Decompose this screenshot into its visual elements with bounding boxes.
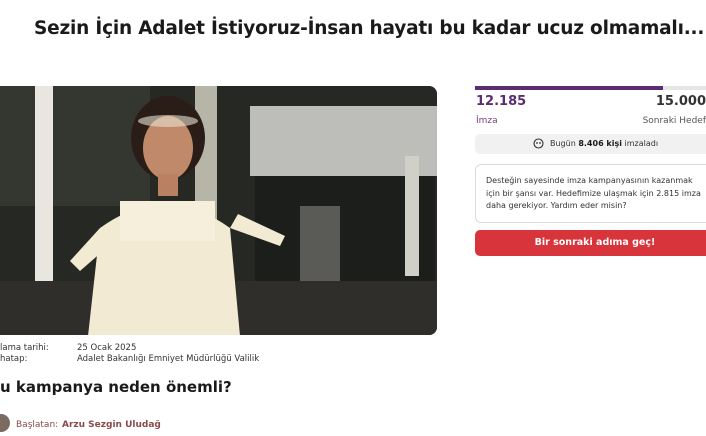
petition-photo	[0, 86, 437, 335]
today-signatures-badge: Bugün 8.406 kişi imzaladı	[475, 134, 706, 154]
today-count: 8.406 kişi	[578, 139, 622, 148]
support-text: Desteğin sayesinde imza kampanyasının ka…	[486, 175, 704, 213]
signature-goal: 15.000	[656, 94, 706, 109]
campaign-recipient-label: hatap:	[0, 354, 27, 364]
photo-illustration	[0, 86, 437, 335]
signature-progress-fill	[475, 86, 663, 90]
campaign-date-label: lama tarihi:	[0, 343, 49, 353]
people-icon	[533, 138, 544, 151]
today-suffix: imzaladı	[625, 139, 659, 148]
next-step-button[interactable]: Bir sonraki adıma geç!	[475, 230, 706, 256]
support-card: Desteğin sayesinde imza kampanyasının ka…	[475, 164, 706, 223]
petition-title: Sezin İçin Adalet İstiyoruz-İnsan hayatı…	[34, 18, 694, 39]
signature-progress-bar	[475, 86, 706, 90]
next-step-button-label: Bir sonraki adıma geç!	[480, 230, 706, 256]
campaign-date-value: 25 Ocak 2025	[77, 343, 136, 353]
today-signatures-text: Bugün 8.406 kişi imzaladı	[550, 139, 658, 148]
why-important-heading: u kampanya neden önemli?	[0, 378, 232, 396]
signature-goal-label: Sonraki Hedef	[643, 116, 706, 126]
starter-prefix: Başlatan:	[16, 420, 58, 430]
starter-name-link[interactable]: Arzu Sezgin Uludağ	[62, 420, 161, 430]
today-prefix: Bugün	[550, 139, 576, 148]
signature-count: 12.185	[476, 94, 526, 109]
campaign-recipient-value: Adalet Bakanlığı Emniyet Müdürlüğü Valil…	[77, 354, 259, 364]
signature-count-label: İmza	[476, 116, 498, 126]
avatar	[0, 414, 10, 432]
